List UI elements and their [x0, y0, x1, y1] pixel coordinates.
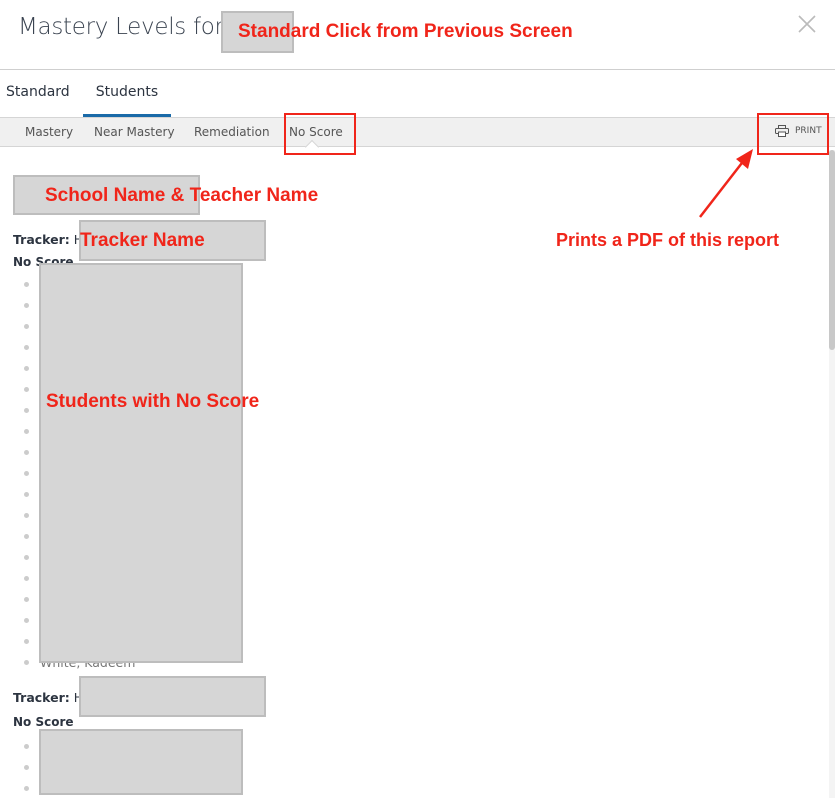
tracker-label: Tracker: — [13, 690, 70, 705]
redaction — [79, 676, 266, 717]
list-bullet — [24, 786, 29, 791]
list-bullet — [24, 471, 29, 476]
annotation-standard: Standard Click from Previous Screen — [238, 21, 573, 42]
list-bullet — [24, 429, 29, 434]
annotation-box-no-score — [284, 113, 356, 155]
list-bullet — [24, 387, 29, 392]
tracker-heading-2: Tracker: H — [13, 690, 83, 705]
list-bullet — [24, 282, 29, 287]
list-bullet — [24, 639, 29, 644]
tracker-heading-1: Tracker: H — [13, 232, 83, 247]
list-bullet — [24, 534, 29, 539]
page-title: Mastery Levels for 8 — [18, 14, 246, 40]
level-heading-2: No Score — [13, 715, 74, 729]
list-bullet — [24, 618, 29, 623]
list-bullet — [24, 492, 29, 497]
list-bullet — [24, 303, 29, 308]
scrollbar-thumb[interactable] — [829, 150, 835, 350]
close-icon[interactable] — [796, 13, 818, 35]
annotation-box-print — [757, 113, 829, 155]
annotation-arrow-icon — [699, 149, 753, 218]
tracker-label: Tracker: — [13, 232, 70, 247]
annotation-school: School Name & Teacher Name — [45, 185, 319, 206]
list-bullet — [24, 366, 29, 371]
list-bullet — [24, 597, 29, 602]
list-bullet — [24, 345, 29, 350]
list-bullet — [24, 408, 29, 413]
tab-students[interactable]: Students — [82, 70, 172, 117]
annotation-students: Students with No Score — [46, 391, 260, 412]
list-bullet — [24, 450, 29, 455]
redaction — [39, 263, 243, 663]
filter-near-mastery[interactable]: Near Mastery — [94, 125, 175, 139]
annotation-print: Prints a PDF of this report — [556, 230, 780, 250]
list-bullet — [24, 555, 29, 560]
filter-mastery[interactable]: Mastery — [25, 125, 73, 139]
list-bullet — [24, 765, 29, 770]
list-bullet — [24, 324, 29, 329]
filter-bar: Mastery Near Mastery Remediation No Scor… — [0, 117, 835, 155]
filter-remediation[interactable]: Remediation — [194, 125, 270, 139]
tab-standard[interactable]: Standard — [6, 70, 70, 117]
list-bullet — [24, 513, 29, 518]
list-bullet — [24, 744, 29, 749]
redaction — [39, 729, 243, 795]
annotation-tracker: Tracker Name — [80, 230, 205, 251]
list-bullet — [24, 660, 29, 665]
list-bullet — [24, 576, 29, 581]
scrollbar[interactable] — [829, 150, 835, 798]
tab-bar: Standard Students — [0, 70, 197, 117]
